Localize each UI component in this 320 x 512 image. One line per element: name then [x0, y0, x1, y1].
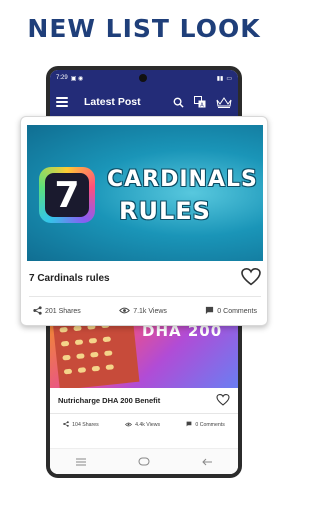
app-bar-title: Latest Post: [84, 96, 141, 108]
share-icon: [63, 421, 69, 429]
app-bar: Latest Post A: [50, 86, 238, 118]
views-stat: 7.1k Views: [119, 307, 167, 316]
system-nav-bar: [50, 448, 238, 474]
featured-image-line-2: RULES: [119, 197, 211, 225]
svg-text:A: A: [200, 103, 204, 109]
featured-post-card[interactable]: 7 CARDINALS RULES 7 Cardinals rules 201 …: [20, 116, 268, 326]
notification-icon: ▣ ◉: [70, 75, 84, 82]
shares-count: 104 Shares: [72, 422, 99, 428]
number-badge-text: 7: [45, 173, 89, 217]
shares-count: 201 Shares: [45, 307, 81, 315]
heart-icon[interactable]: [216, 393, 230, 408]
nav-home-icon[interactable]: [138, 453, 150, 471]
comments-stat[interactable]: 0 Comments: [205, 306, 257, 317]
post-title[interactable]: Nutricharge DHA 200 Benefit: [58, 396, 160, 405]
crown-icon[interactable]: [216, 96, 232, 108]
translate-icon[interactable]: A: [194, 96, 206, 108]
comments-stat[interactable]: 0 Comments: [186, 421, 225, 429]
featured-post-image[interactable]: 7 CARDINALS RULES: [27, 125, 263, 261]
featured-post-title[interactable]: 7 Cardinals rules: [29, 273, 110, 284]
share-icon: [33, 305, 42, 317]
eye-icon: [119, 307, 131, 316]
post-stats: 104 Shares 4.4k Views 0 Comments: [50, 414, 238, 436]
featured-post-stats: 201 Shares 7.1k Views 0 Comments: [29, 297, 261, 325]
eye-icon: [125, 422, 132, 429]
search-icon[interactable]: [173, 97, 184, 108]
heart-icon[interactable]: [241, 267, 261, 289]
promo-headline: NEW LIST LOOK: [27, 14, 261, 43]
shares-stat[interactable]: 104 Shares: [63, 421, 99, 429]
status-time: 7:29: [56, 75, 68, 81]
nav-back-icon[interactable]: [202, 453, 212, 471]
views-count: 7.1k Views: [133, 307, 167, 315]
menu-icon[interactable]: [56, 97, 68, 107]
comment-icon: [186, 421, 192, 429]
comment-icon: [205, 306, 214, 317]
comments-count: 0 Comments: [217, 307, 257, 315]
nav-menu-icon[interactable]: [76, 453, 86, 471]
views-count: 4.4k Views: [135, 422, 161, 428]
camera-cutout: [139, 74, 147, 82]
post-image[interactable]: DHA 200: [50, 316, 238, 388]
signal-icon: ▮▮: [216, 75, 224, 82]
featured-post-title-row: 7 Cardinals rules: [29, 261, 261, 297]
shares-stat[interactable]: 201 Shares: [33, 305, 81, 317]
featured-image-line-1: CARDINALS: [107, 167, 258, 192]
comments-count: 0 Comments: [195, 422, 225, 428]
pill-pack-graphic: [52, 316, 140, 388]
battery-icon: ▭: [226, 75, 232, 82]
post-title-row: Nutricharge DHA 200 Benefit: [50, 388, 238, 414]
number-badge: 7: [39, 167, 95, 223]
views-stat: 4.4k Views: [125, 422, 160, 429]
